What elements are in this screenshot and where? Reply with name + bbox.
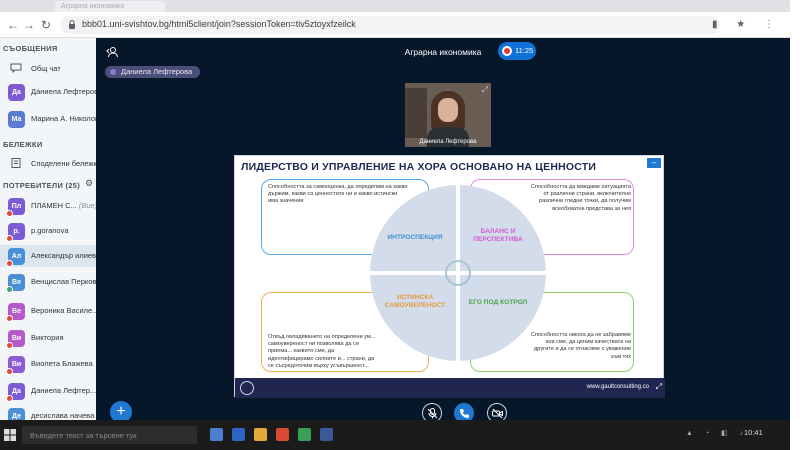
presentation-slide: ЛИДЕРСТВО И УПРАВЛЕНИЕ НА ХОРА ОСНОВАНО … (234, 155, 665, 398)
chrome-icon[interactable] (298, 428, 311, 441)
back-icon[interactable]: ← (6, 18, 20, 32)
user-list-item[interactable]: p. p.goranova (0, 220, 96, 242)
user-name: Даниела Лефтер... (31, 386, 96, 395)
private-chat-name: Марина А. Николова (31, 114, 96, 123)
taskbar-clock: 10:41 (744, 428, 763, 437)
wheel-label: ИСТИНСКА САМОУВЕРЕНОСТ (384, 294, 446, 309)
slide-title: ЛИДЕРСТВО И УПРАВЛЕНИЕ НА ХОРА ОСНОВАНО … (241, 161, 597, 173)
user-list-item[interactable]: Ви Виктория (0, 327, 96, 349)
taskbar-search-input[interactable]: Въведете текст за търсене тук (22, 426, 197, 444)
wheel-label: ИНТРОСПЕКЦИЯ (387, 234, 443, 241)
private-chat-name: Даниела Лефтерова (31, 87, 96, 96)
browser-tab-strip: Аграрна икономика (0, 0, 790, 12)
sidebar: СЪОБЩЕНИЯ Общ чат Да Даниела Лефтерова М… (0, 38, 96, 420)
user-list-item[interactable]: Ал Александър илиев (0, 245, 96, 267)
address-bar[interactable]: bbb01.uni-svishtov.bg/html5client/join?s… (60, 16, 720, 34)
quadrant-text: Отвъд овладяването на определени ум... с… (268, 334, 376, 369)
os-taskbar: Въведете текст за търсене тук ▲ ◔ ◧ ♪ 10… (0, 420, 790, 450)
avatar: Да (6, 383, 25, 402)
user-list-item[interactable]: Де десислава начева (0, 405, 96, 420)
avatar: Ви (6, 330, 25, 349)
browser-tab[interactable]: Аграрна икономика (55, 1, 165, 12)
avatar: Ве (6, 274, 25, 293)
user-list-item[interactable]: Да Даниела Лефтер... (0, 380, 96, 402)
user-name: Венцислав Перков (31, 277, 96, 286)
user-name: Виктория (31, 333, 64, 342)
footer-url: www.gaultconsulting.co (586, 384, 649, 390)
meeting-area: Аграрна икономика 11:25 Даниела Лефтеров… (96, 38, 790, 423)
browser-toolbar: ← → ↻ bbb01.uni-svishtov.bg/html5client/… (0, 12, 790, 38)
office-icon[interactable] (276, 428, 289, 441)
user-name: Александър илиев (31, 251, 96, 260)
user-list-item[interactable]: Пл ПЛАМЕН С... (Вие) (0, 195, 96, 217)
you-label: (Вие) (78, 201, 96, 210)
windows-start-icon[interactable] (4, 429, 16, 441)
public-chat-label: Общ чат (31, 64, 61, 73)
user-list-item[interactable]: Ве Венцислав Перков (0, 271, 96, 293)
avatar: Ал (6, 248, 25, 267)
notes-section-title: БЕЛЕЖКИ (3, 140, 43, 149)
private-chat-item[interactable]: Да Даниела Лефтерова (0, 81, 96, 103)
shared-notes-item[interactable]: Споделени бележки (0, 153, 96, 175)
user-name: десислава начева (31, 411, 95, 420)
forward-icon[interactable]: → (22, 18, 36, 32)
user-name: Вероника Василе... (31, 306, 96, 315)
record-icon (502, 46, 512, 56)
user-name: ПЛАМЕН С... (Вие) (31, 201, 96, 210)
public-chat-item[interactable]: Общ чат (0, 58, 96, 80)
url-text: bbb01.uni-svishtov.bg/html5client/join?s… (82, 19, 356, 29)
recording-indicator[interactable]: 11:25 (498, 42, 536, 60)
phone-icon (460, 409, 469, 418)
avatar: Ма (8, 111, 25, 128)
value-wheel (370, 185, 546, 361)
system-tray-icons[interactable]: ▲ ◔ ◧ ♪ (686, 429, 748, 437)
cycle-icon (445, 260, 471, 286)
browser-menu-icons[interactable]: ▮ ★ ⋮ (712, 19, 782, 30)
avatar: Ви (6, 356, 25, 375)
notes-icon (11, 158, 21, 168)
quadrant-text: Способността за самооценка, да определим… (268, 184, 408, 205)
avatar: Пл (6, 198, 25, 217)
fullscreen-icon[interactable]: ⤢ (656, 382, 662, 392)
quadrant-text: Способността да виждаме ситуацията от ра… (530, 184, 631, 212)
avatar: Де (8, 408, 25, 420)
reload-icon[interactable]: ↻ (39, 18, 53, 32)
expand-icon[interactable]: ⤢ (482, 85, 488, 95)
messages-section-title: СЪОБЩЕНИЯ (3, 44, 58, 53)
file-explorer-icon[interactable] (254, 428, 267, 441)
company-logo-icon (240, 381, 254, 395)
edge-icon[interactable] (232, 428, 245, 441)
wheel-label: ЕГО ПОД КОТРОЛ (468, 299, 528, 306)
meeting-title: Аграрна икономика (404, 47, 482, 57)
user-name: p.goranova (31, 226, 69, 235)
recording-time: 11:25 (515, 46, 534, 55)
user-list-item[interactable]: Ви Виолета Блажева (0, 353, 96, 375)
task-view-icon[interactable] (210, 428, 223, 441)
private-chat-item[interactable]: Ма Марина А. Николова (0, 108, 96, 130)
wheel-label: БАЛАНС И ПЕРСПЕКТИВА (473, 228, 523, 243)
screen: Аграрна икономика ← → ↻ bbb01.uni-svisht… (0, 0, 800, 450)
slide-footer: www.gaultconsulting.co ⤢ (235, 378, 665, 398)
microphone-muted-icon (427, 408, 438, 419)
shared-notes-label: Споделени бележки (31, 159, 96, 168)
webcam-user-name: Даниела Лефтерова (419, 139, 477, 145)
users-section-title: ПОТРЕБИТЕЛИ (25) (3, 181, 81, 190)
talking-indicator: Даниела Лефтерова (105, 66, 201, 78)
gear-icon[interactable]: ⚙ (85, 178, 93, 189)
user-name: Виолета Блажева (31, 359, 93, 368)
user-list-item[interactable]: Ве Вероника Василе... (0, 300, 96, 322)
avatar: Ве (6, 303, 25, 322)
avatar: Да (8, 84, 25, 101)
quadrant-text: Способността никога да не забравяме кои … (530, 332, 631, 360)
avatar: p. (6, 223, 25, 242)
word-icon[interactable] (320, 428, 333, 441)
chat-icon (10, 63, 22, 73)
lock-icon (69, 20, 75, 29)
minimize-presentation-button[interactable]: – (647, 158, 661, 168)
webcam-video[interactable]: ⤢ Даниела Лефтерова (405, 83, 491, 147)
camera-off-icon (492, 408, 503, 419)
